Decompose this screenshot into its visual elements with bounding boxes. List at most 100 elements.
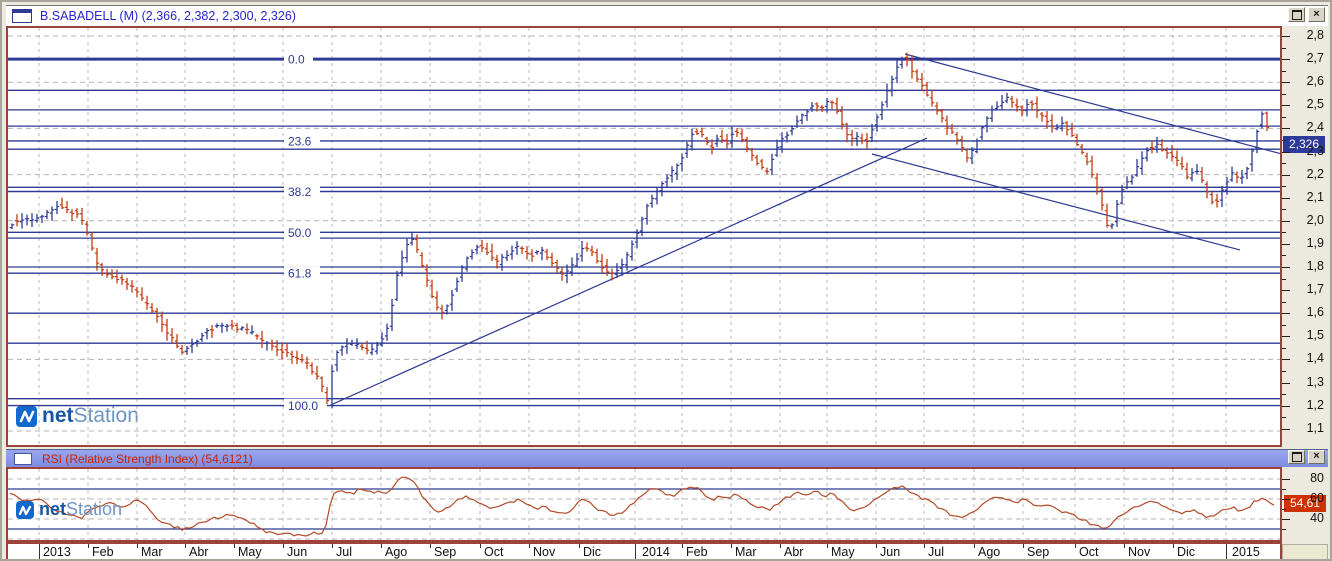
time-axis-month-label: Feb	[686, 545, 708, 559]
time-axis[interactable]: 2013 Feb Mar Abr May Jun Jul Ago Sep Oct Nov Dic 201…	[6, 542, 1282, 559]
month-tick	[579, 544, 580, 548]
rsi-axis-tick	[1282, 489, 1286, 490]
trend-lines	[331, 53, 1280, 405]
price-axis-minor-tick	[1282, 139, 1286, 141]
main-chart[interactable]: 0.0 23.6 38.2 50.0 61.8 100.0	[8, 28, 1280, 445]
rsi-axis-label: 60	[1310, 491, 1324, 505]
price-axis-label: 1,1	[1306, 420, 1324, 435]
main-restore-button[interactable]	[1288, 7, 1305, 22]
month-tick	[682, 544, 683, 548]
rsi-restore-button[interactable]	[1288, 450, 1305, 464]
month-tick	[480, 544, 481, 548]
price-axis-minor-tick	[1282, 347, 1286, 349]
time-axis-month-label: Oct	[484, 545, 504, 559]
price-axis-minor-tick	[1282, 116, 1286, 118]
price-axis-minor-tick	[1282, 47, 1286, 49]
time-axis-month-label: Ago	[385, 545, 408, 559]
main-chart-panel[interactable]: netStation 0.0 23.6 38.2 50.0 61.8 100.0	[6, 26, 1282, 447]
logo-wave-icon	[18, 505, 32, 515]
price-axis-label: 1,5	[1306, 328, 1324, 343]
restore-icon	[1291, 9, 1302, 20]
price-axis-label: 1,2	[1306, 397, 1324, 412]
month-tick	[137, 544, 138, 548]
time-axis-month-label: Jul	[928, 545, 944, 559]
month-tick	[780, 544, 781, 548]
price-axis-label: 2,4	[1306, 120, 1324, 135]
watermark-station: Station	[66, 499, 123, 519]
price-axis-label: 1,7	[1306, 282, 1324, 297]
month-tick	[876, 544, 877, 548]
close-icon: ×	[1313, 450, 1320, 462]
rsi-close-button[interactable]: ×	[1308, 450, 1325, 464]
price-axis-tick	[1282, 243, 1290, 245]
price-axis-minor-tick	[1282, 370, 1286, 372]
rsi-title: RSI (Relative Strength Index) (54,6121)	[42, 452, 253, 466]
month-tick	[1023, 544, 1024, 548]
price-axis-minor-tick	[1282, 70, 1286, 72]
rsi-axis-tick	[1282, 499, 1290, 500]
time-axis-month-label: Dic	[1177, 545, 1196, 559]
netstation-window: B.SABADELL (M) (2,366, 2,382, 2,300, 2,3…	[0, 0, 1332, 561]
price-axis-minor-tick	[1282, 232, 1286, 234]
main-close-button[interactable]: ×	[1308, 7, 1325, 22]
month-tick	[974, 544, 975, 548]
price-axis-tick	[1282, 405, 1290, 407]
price-axis-tick	[1282, 336, 1290, 338]
restore-icon	[1291, 452, 1302, 462]
price-axis-tick	[1282, 82, 1290, 84]
price-axis-tick	[1282, 382, 1290, 384]
price-axis-minor-tick	[1282, 209, 1286, 211]
price-axis-minor-tick	[1282, 255, 1286, 257]
price-axis-label: 1,6	[1306, 305, 1324, 320]
rsi-titlebar: RSI (Relative Strength Index) (54,6121)	[6, 449, 1328, 467]
year-separator	[1226, 544, 1227, 559]
fib-label: 38.2	[288, 185, 312, 199]
price-axis-minor-tick	[1282, 301, 1286, 303]
close-icon: ×	[1313, 7, 1320, 20]
month-tick	[88, 544, 89, 548]
price-axis-tick	[1282, 313, 1290, 315]
price-axis-label: 2,6	[1306, 74, 1324, 89]
price-axis-tick	[1282, 151, 1290, 153]
time-axis-month-label: Mar	[735, 545, 757, 559]
time-axis-month-label: Oct	[1079, 545, 1099, 559]
price-axis[interactable]: 2,326 2,8 2,7 2,6 2,5 2,4 2,3 2,2 2,1 2,0 1,9 1,8 1…	[1282, 26, 1328, 447]
price-axis-label: 2,2	[1306, 166, 1324, 181]
time-axis-month-label: Jul	[336, 545, 352, 559]
price-axis-minor-tick	[1282, 394, 1286, 395]
price-axis-label: 1,9	[1306, 235, 1324, 250]
time-axis-month-label: Abr	[784, 545, 804, 559]
rsi-panel[interactable]: netStation	[6, 467, 1282, 542]
rsi-axis-label: 40	[1310, 511, 1324, 525]
time-axis-month-label: Jun	[880, 545, 901, 559]
month-tick	[332, 544, 333, 548]
main-chart-title: B.SABADELL (M) (2,366, 2,382, 2,300, 2,3…	[40, 9, 296, 23]
time-axis-month-label: Nov	[1128, 545, 1151, 559]
price-axis-tick	[1282, 220, 1290, 222]
price-axis-minor-tick	[1282, 278, 1286, 280]
price-axis-tick	[1282, 59, 1290, 61]
time-axis-month-label: Sep	[1027, 545, 1050, 559]
fib-label: 100.0	[288, 399, 318, 413]
rsi-axis-tick	[1282, 479, 1290, 480]
month-tick	[381, 544, 382, 548]
year-separator	[39, 544, 40, 559]
rsi-axis[interactable]: 54,61 80 60 40	[1282, 467, 1328, 542]
price-axis-tick	[1282, 128, 1290, 130]
chart-window-icon	[12, 9, 32, 23]
price-axis-label: 1,4	[1306, 351, 1324, 366]
fib-label: 0.0	[288, 53, 305, 67]
price-axis-tick	[1282, 428, 1290, 430]
fib-label: 50.0	[288, 226, 312, 240]
time-axis-month-label: Abr	[189, 545, 209, 559]
rsi-line	[9, 476, 1275, 537]
price-axis-tick	[1282, 174, 1290, 176]
time-axis-month-label: Mar	[141, 545, 163, 559]
rsi-chart[interactable]	[8, 469, 1280, 540]
time-axis-year-label: 2013	[43, 545, 71, 559]
price-axis-tick	[1282, 197, 1290, 199]
price-axis-label: 2,1	[1306, 189, 1324, 204]
time-axis-month-label: Sep	[434, 545, 457, 559]
month-tick	[529, 544, 530, 548]
time-axis-year-label: 2015	[1232, 545, 1260, 559]
